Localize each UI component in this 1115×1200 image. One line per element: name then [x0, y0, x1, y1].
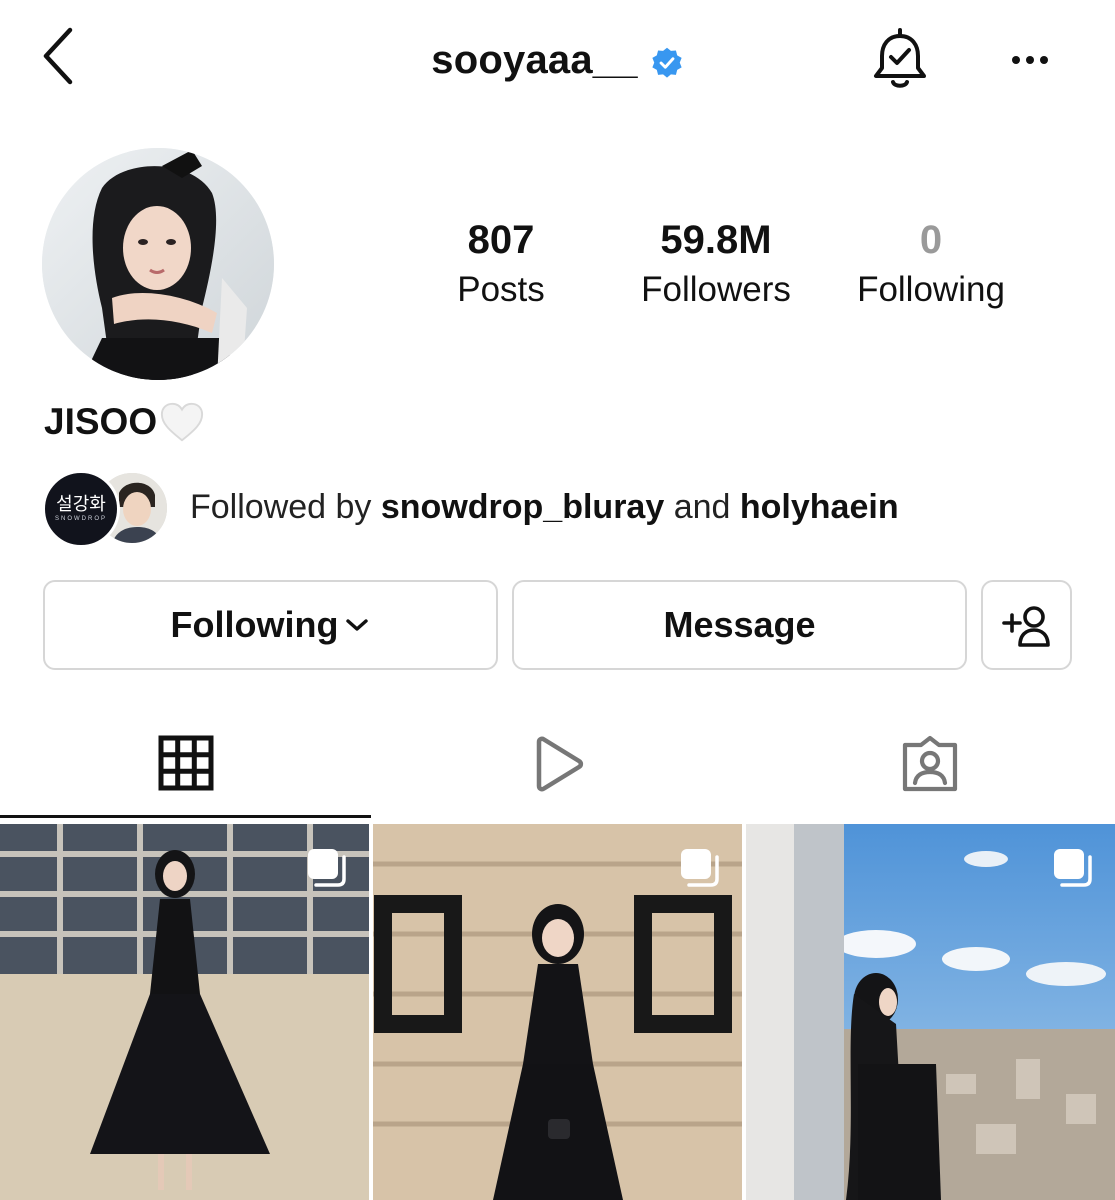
- multiple-photos-icon: [681, 849, 719, 887]
- notification-bell-button[interactable]: [866, 26, 934, 94]
- message-button[interactable]: Message: [512, 580, 967, 670]
- tagged-user-icon: [902, 735, 957, 792]
- chevron-left-icon: [43, 27, 73, 85]
- multiple-photos-icon: [308, 849, 346, 887]
- chevron-down-icon: [346, 619, 369, 631]
- multiple-photos-icon: [1054, 849, 1092, 887]
- following-count: 0: [919, 218, 943, 262]
- followers-stat[interactable]: 59.8M Followers: [616, 212, 816, 312]
- verified-badge-icon: [652, 47, 682, 78]
- profile-header: sooyaaa__: [0, 30, 1115, 90]
- followed-by-conjunction: and: [673, 488, 731, 526]
- grid-icon: [158, 735, 213, 790]
- white-heart-icon: [161, 402, 204, 442]
- followed-by-user-2[interactable]: holyhaein: [740, 488, 899, 526]
- followed-by-user-1[interactable]: snowdrop_bluray: [381, 488, 664, 526]
- following-label: Following: [857, 270, 1005, 309]
- follower-avatar-snowdrop[interactable]: 설강화 SNOWDROP: [42, 470, 120, 548]
- tab-reels[interactable]: [372, 710, 743, 818]
- posts-stat[interactable]: 807 Posts: [401, 212, 601, 312]
- more-options-button[interactable]: [1000, 40, 1060, 80]
- posts-label: Posts: [457, 270, 545, 309]
- following-button[interactable]: Following: [43, 580, 498, 670]
- snowdrop-logo-text: 설강화: [56, 494, 106, 515]
- back-button[interactable]: [40, 24, 90, 88]
- followed-by-text: Followed by snowdrop_bluray and holyhaei…: [190, 488, 899, 527]
- profile-avatar[interactable]: [42, 148, 274, 380]
- play-icon: [536, 736, 583, 792]
- add-user-button[interactable]: [981, 580, 1072, 670]
- following-stat[interactable]: 0 Following: [831, 212, 1031, 312]
- post-thumbnail[interactable]: [746, 824, 1115, 1200]
- followers-label: Followers: [641, 270, 791, 309]
- more-horizontal-icon: [1012, 56, 1020, 64]
- post-thumbnail[interactable]: [373, 824, 742, 1200]
- snowdrop-logo-subtext: SNOWDROP: [55, 516, 107, 522]
- followed-by-prefix: Followed by: [190, 488, 372, 526]
- avatar-photo: [42, 148, 274, 380]
- tab-grid[interactable]: [0, 710, 371, 818]
- bell-check-icon: [874, 28, 926, 88]
- following-button-label: Following: [170, 604, 339, 645]
- display-name-text: JISOO: [44, 401, 158, 442]
- display-name: JISOO: [44, 400, 205, 444]
- followers-count: 59.8M: [660, 218, 772, 262]
- add-user-icon: [1001, 606, 1050, 647]
- post-thumbnail[interactable]: [0, 824, 369, 1200]
- message-button-label: Message: [663, 604, 816, 645]
- username-title: sooyaaa__: [431, 37, 638, 82]
- tab-tagged[interactable]: [744, 710, 1115, 818]
- posts-count: 807: [467, 218, 535, 262]
